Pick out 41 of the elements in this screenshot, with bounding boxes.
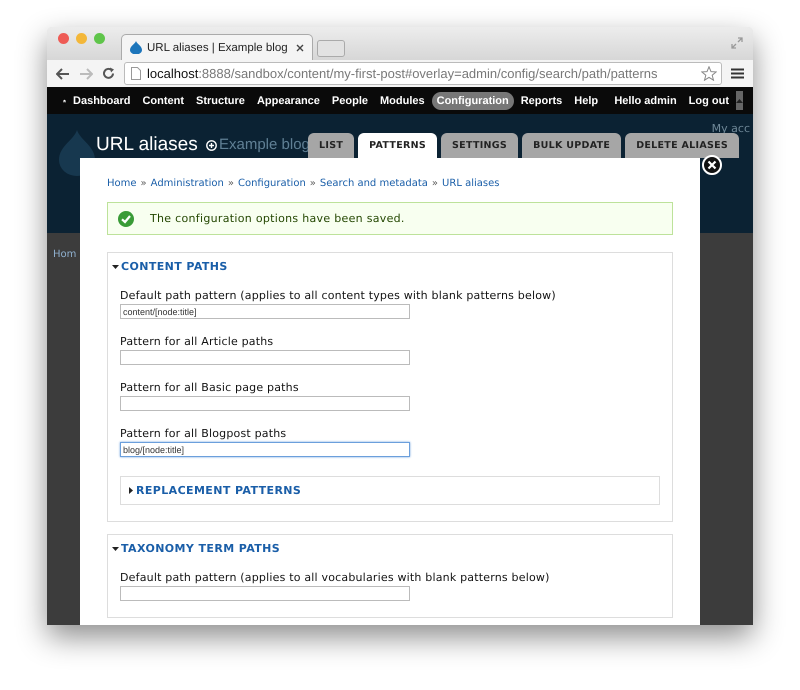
breadcrumb-link[interactable]: Search and metadata [320,178,428,189]
page-tab[interactable]: LIST [308,133,354,158]
browser-tab[interactable]: URL aliases | Example blog [121,34,313,60]
text-input-field[interactable]: blog/[node:title] [120,442,410,457]
toolbar-menu-item[interactable]: Configuration [432,92,514,110]
fieldset-toggle[interactable]: CONTENT PATHS [112,260,660,273]
toolbar-menu-item[interactable]: Help [569,92,604,110]
account-link[interactable]: My acc [712,122,750,135]
field-label: Default path pattern (applies to all vocabularies with blank patterns below) [120,571,551,584]
breadcrumb-link[interactable]: URL aliases [442,178,500,189]
page-tab[interactable]: PATTERNS [358,133,438,158]
fieldset-toggle[interactable]: REPLACEMENT PATTERNS [127,484,647,497]
address-field[interactable]: localhost:8888/sandbox/content/my-first-post#overlay=admin/config/search/path/patterns [124,62,722,85]
toolbar-menu-item[interactable]: Appearance [252,92,325,110]
toolbar-menu-item[interactable]: Structure [191,92,250,110]
logout-link[interactable]: Log out [684,92,734,110]
field-label: Pattern for all Basic page paths [120,381,300,394]
page-tab[interactable]: DELETE ALIASES [625,133,740,158]
status-message-text: The configuration options have been saved. [150,212,405,225]
breadcrumb-link[interactable]: Configuration [238,178,306,189]
page-tab[interactable]: BULK UPDATE [522,133,622,158]
toolbar-menu-item[interactable]: Dashboard [68,92,136,110]
user-greeting: Hello admin [613,94,678,108]
breadcrumb-separator: » [310,178,316,189]
breadcrumb-separator: » [140,178,147,189]
fieldset-toggle[interactable]: TAXONOMY TERM PATHS [112,542,660,555]
breadcrumb-separator: » [228,178,234,189]
toolbar-menu-item[interactable]: Reports [516,92,568,110]
breadcrumb-link[interactable]: Home [107,178,137,189]
page-title: URL aliases [96,134,198,156]
background-breadcrumb: Hom [53,249,76,260]
field-label: Pattern for all Article paths [120,335,274,348]
field-label: Default path pattern (applies to all content types with blank patterns below) [120,289,557,302]
field-label: Pattern for all Blogpost paths [120,427,288,440]
toolbar-menu-item[interactable]: Content [137,92,190,110]
breadcrumb-link[interactable]: Administration [150,178,224,189]
text-input-field[interactable]: content/[node:title] [120,304,410,319]
toolbar-menu-item[interactable]: People [326,92,373,110]
toolbar-menu-item[interactable]: Modules [375,92,430,110]
page-tab[interactable]: SETTINGS [441,133,518,158]
breadcrumb-separator: » [432,178,438,189]
